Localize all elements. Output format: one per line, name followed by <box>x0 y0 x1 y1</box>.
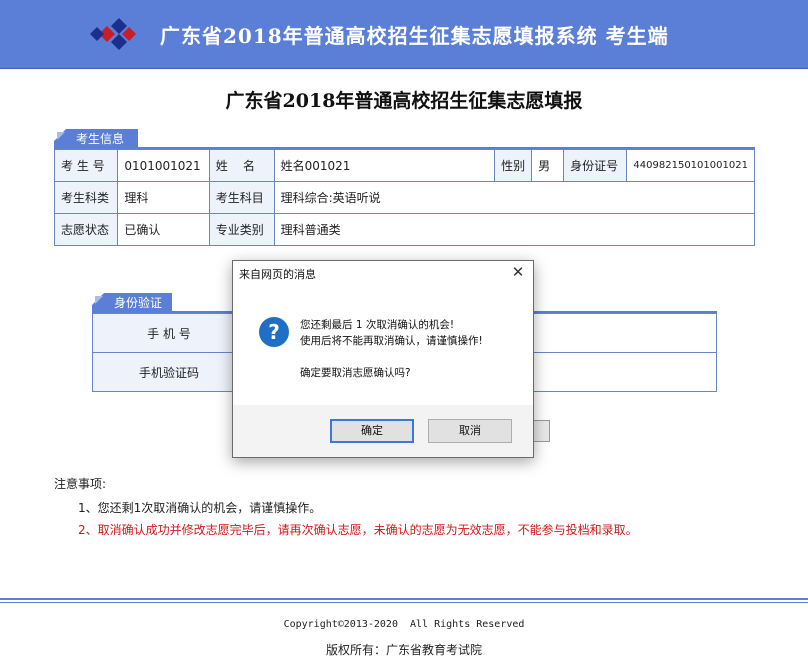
cancel-button[interactable]: 取消 <box>428 419 512 443</box>
copyright-text: Copyright©2013-2020 All Rights Reserved <box>283 619 525 630</box>
cell-label: 专业类别 <box>208 213 275 246</box>
cell-value: 理科综合:英语听说 <box>273 181 756 214</box>
cell-value: 已确认 <box>117 213 210 246</box>
cell-value: 男 <box>531 149 565 182</box>
app-title: 广东省2018年普通高校招生征集志愿填报系统 考生端 <box>160 24 669 48</box>
dialog-message-line: 您还剩最后 1 次取消确认的机会! <box>300 319 455 331</box>
question-icon: ? <box>259 317 289 347</box>
cell-value: 姓名001021 <box>273 149 496 182</box>
dialog-message-line: 使用后将不能再取消确认，请谨慎操作! <box>300 335 483 347</box>
close-icon[interactable]: ✕ <box>509 263 527 281</box>
dialog-message-line: 确定要取消志愿确认吗? <box>300 367 411 379</box>
confirm-dialog: 来自网页的消息 ✕ ? 您还剩最后 1 次取消确认的机会! 使用后将不能再取消确… <box>232 260 534 458</box>
notice-item-warning: 2、取消确认成功并修改志愿完毕后，请再次确认志愿，未确认的志愿为无效志愿，不能参… <box>78 523 638 537</box>
dialog-titlebar: 来自网页的消息 ✕ <box>233 261 533 285</box>
cell-label: 身份证号 <box>563 149 628 182</box>
tab-student-info: 考生信息 <box>54 129 138 149</box>
app-header: 广东省2018年普通高校招生征集志愿填报系统 考生端 <box>0 0 808 69</box>
dialog-title: 来自网页的消息 <box>239 268 316 281</box>
owner-text: 版权所有：广东省教育考试院 <box>325 643 482 657</box>
tab-label: 考生信息 <box>76 132 125 146</box>
ok-button[interactable]: 确定 <box>330 419 414 443</box>
cell-label: 考生科类 <box>53 181 119 214</box>
cell-value: 440982150101001021 <box>626 149 755 182</box>
notice-item: 1、您还剩1次取消确认的机会，请谨慎操作。 <box>78 501 322 515</box>
tab-verification: 身份验证 <box>92 293 172 313</box>
cell-label: 性别 <box>494 149 533 182</box>
page-title: 广东省2018年普通高校招生征集志愿填报 <box>225 90 583 112</box>
cell-value: 理科 <box>117 181 210 214</box>
cell-label: 姓 名 <box>208 149 275 182</box>
student-info-table: 考 生 号 0101001021 姓 名 姓名001021 性别 男 身份证号 … <box>53 149 756 246</box>
phone-label: 手 机 号 <box>92 313 246 353</box>
code-label: 手机验证码 <box>92 352 246 392</box>
table-row: 志愿状态 已确认 专业类别 理科普通类 <box>53 213 756 246</box>
cell-label: 考生科目 <box>208 181 275 214</box>
notice-title: 注意事项: <box>54 477 107 491</box>
table-row: 考 生 号 0101001021 姓 名 姓名001021 性别 男 身份证号 … <box>53 149 755 182</box>
footer-divider <box>0 602 808 603</box>
diamond-logo-icon <box>90 18 136 50</box>
cell-label: 考 生 号 <box>53 149 119 182</box>
cell-value: 0101001021 <box>117 149 210 182</box>
dialog-body: ? 您还剩最后 1 次取消确认的机会! 使用后将不能再取消确认，请谨慎操作! 确… <box>233 285 533 405</box>
cell-value: 理科普通类 <box>273 213 756 246</box>
footer-divider <box>0 598 808 600</box>
table-row: 考生科类 理科 考生科目 理科综合:英语听说 <box>53 181 756 214</box>
cell-label: 志愿状态 <box>53 213 119 246</box>
tab-label: 身份验证 <box>114 296 163 310</box>
